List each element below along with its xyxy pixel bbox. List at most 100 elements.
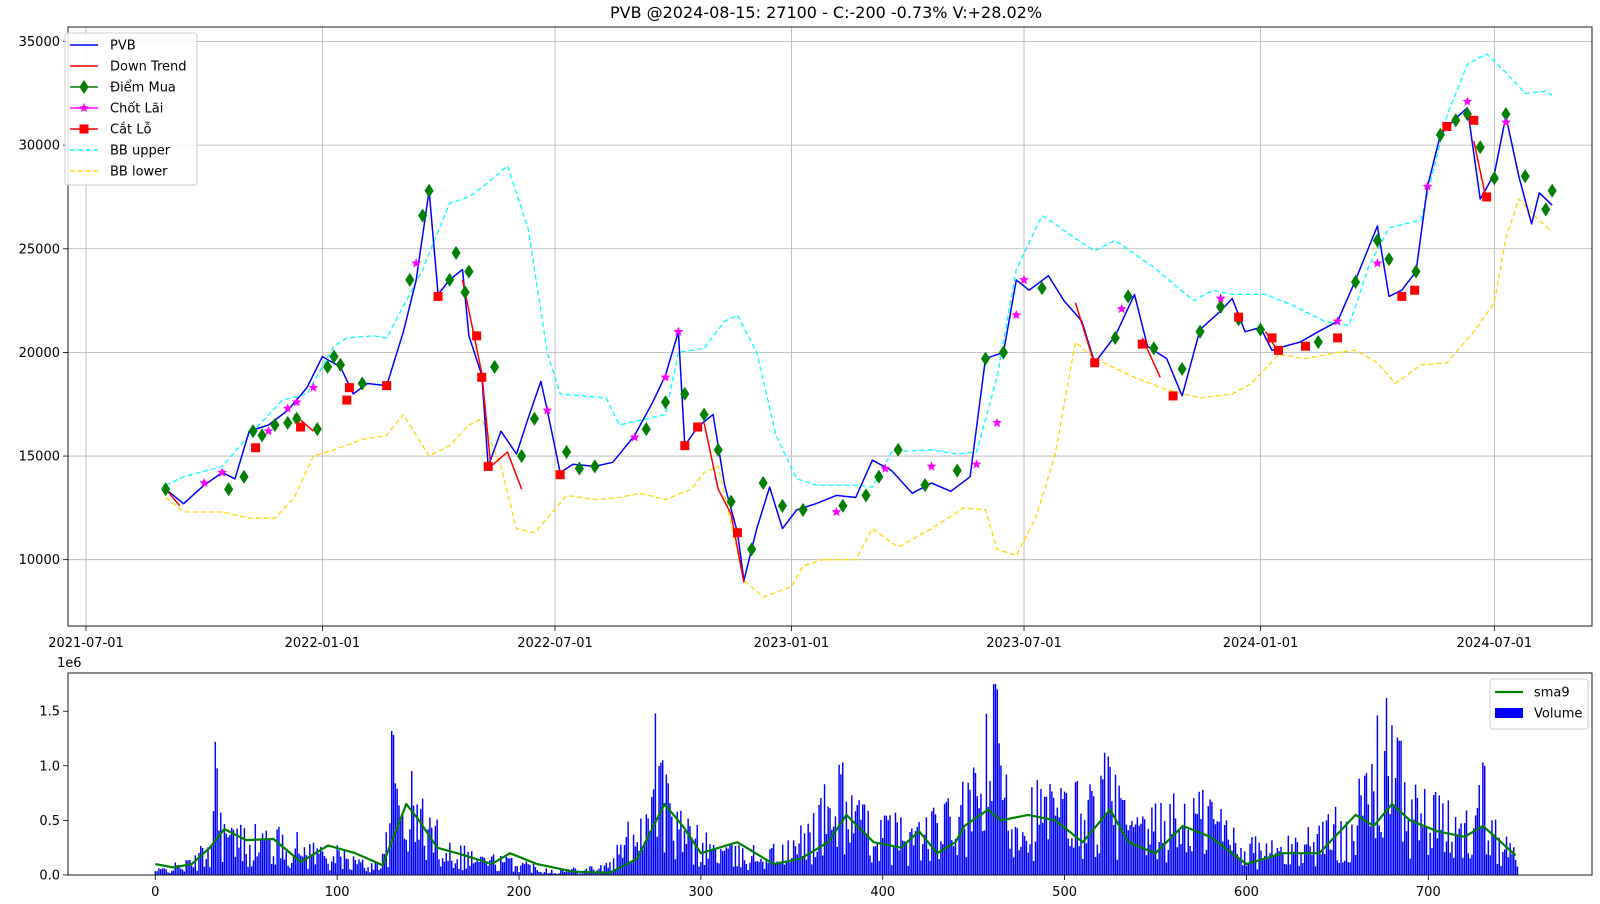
volume-bar [431,827,433,875]
volume-bar [1065,793,1068,875]
volume-bar [1314,866,1317,875]
volume-y-tick-label: 1.0 [39,759,60,774]
volume-bar [1462,857,1464,875]
legend-label: sma9 [1534,686,1570,701]
volume-bar [474,862,477,875]
volume-bar [1109,766,1111,875]
volume-bar [349,869,351,875]
legend-label: Cắt Lỗ [110,123,152,138]
volume-bar [920,860,922,875]
volume-bar [912,845,915,875]
volume-bar [309,844,311,875]
volume-bar [871,862,873,875]
volume-bar [409,829,411,875]
volume-bar [1052,797,1055,875]
volume-bar [743,860,746,875]
volume-bar [620,844,622,875]
volume-bar [1074,782,1077,875]
volume-bar [330,861,333,875]
volume-bar [1185,852,1188,875]
volume-bar [376,862,378,875]
volume-bar [356,864,358,875]
volume-bar [1114,774,1117,875]
legend-marker [79,124,89,134]
volume-bar [310,855,313,875]
volume-bar [350,870,353,875]
volume-bar [245,854,247,875]
volume-bar [240,824,242,875]
volume-bar [1407,818,1410,875]
volume-bar [1187,829,1189,875]
stop-loss-marker [344,383,354,393]
volume-bar [496,871,498,875]
volume-bar [161,868,164,875]
volume-bar [423,845,426,875]
volume-bar [1160,802,1162,875]
volume-bar [718,863,720,875]
stop-loss-marker [433,291,443,301]
volume-bar [781,844,784,875]
volume-bar [1096,844,1099,875]
volume-bar [691,837,693,875]
volume-bar [1189,846,1191,875]
volume-bar [1213,819,1215,875]
volume-bar [421,798,424,875]
volume-bar [1345,821,1348,875]
volume-bar [1387,775,1390,875]
volume-bar [752,845,755,875]
volume-bar [1423,788,1426,875]
volume-bar [780,862,782,875]
volume-x-tick-label: 700 [1416,885,1441,900]
volume-bar [289,867,291,875]
volume-bar [180,868,182,875]
volume-bar [763,868,766,875]
volume-bar [954,838,957,875]
volume-bar [345,858,347,875]
volume-bar [1405,831,1408,875]
stop-loss-marker [342,395,352,405]
volume-bar [1363,775,1366,875]
volume-y-tick-label: 0.0 [39,869,60,884]
volume-bar [589,866,591,875]
volume-bar [632,834,635,875]
volume-bar [1500,865,1502,875]
volume-bar [387,867,389,875]
volume-bar [407,851,409,875]
volume-bar [521,862,524,875]
price-y-tick-label: 25000 [19,242,60,257]
volume-bar [1309,846,1311,875]
volume-bar [756,861,758,875]
volume-bar [852,833,855,875]
volume-bar [281,834,284,875]
volume-bar [1203,853,1206,875]
volume-bar [876,842,879,875]
volume-bar [1003,797,1006,875]
volume-bar [274,864,277,875]
volume-bar [1023,836,1026,875]
volume-bar [1174,818,1177,875]
volume-y-tick-label: 1.5 [39,705,60,720]
volume-bar [725,847,728,875]
volume-bar [514,866,517,875]
volume-bar [181,869,184,875]
legend-label: Volume [1534,707,1582,722]
volume-legend: sma9 Volume [1489,678,1589,730]
volume-bar [534,867,537,875]
volume-bar [943,803,946,875]
volume-bar [229,834,231,875]
volume-bar [336,845,338,875]
volume-bar [1476,808,1479,875]
volume-bar [865,834,868,875]
volume-bar [1378,825,1380,875]
volume-bar [1229,844,1231,875]
volume-bar [1045,796,1048,875]
volume-bar [985,713,988,875]
volume-bar [878,861,880,875]
volume-bar [656,836,658,875]
volume-bar [1154,803,1157,875]
volume-bar [1100,775,1102,875]
volume-bar [980,793,982,875]
volume-bar [1122,800,1124,875]
volume-bar [429,817,431,875]
volume-bar [209,867,211,875]
